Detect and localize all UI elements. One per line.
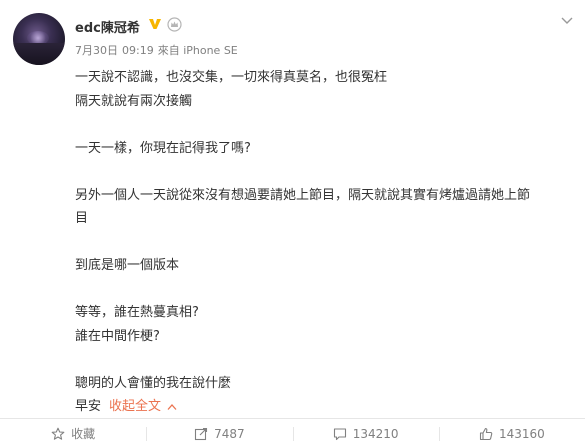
content-line: 隔天就說有兩次接觸 — [75, 93, 193, 109]
avatar[interactable] — [13, 13, 65, 65]
post-date[interactable]: 7月30日 — [75, 44, 118, 57]
weibo-post-card: edc陳冠希 7月30日 09:19 來自 iPhone SE 一天說不認識，也沒交… — [0, 0, 585, 448]
author-name[interactable]: edc陳冠希 — [75, 17, 140, 36]
content-line: 誰在中間作梗? — [75, 328, 160, 344]
action-bar: 收藏 7487 134210 143160 — [0, 419, 585, 448]
content-line: 到底是哪一個版本 — [75, 258, 180, 273]
repost-count: 7487 — [214, 426, 245, 441]
content-line: 一天說不認識，也沒交集，一切來得真莫名，也很冤枉 — [75, 70, 388, 85]
content-last-line: 早安 收起全文 — [75, 395, 575, 419]
repost-icon — [195, 427, 208, 440]
avatar-shadow — [13, 43, 65, 65]
comment-icon — [333, 427, 346, 440]
chevron-down-icon[interactable] — [561, 16, 573, 26]
post-time[interactable]: 09:19 — [122, 44, 154, 57]
content-line: 一天一樣，你現在記得我了嗎? — [75, 140, 251, 156]
content-line: 早安 — [75, 399, 102, 414]
star-icon — [51, 427, 65, 440]
collapse-link[interactable]: 收起全文 — [109, 399, 161, 414]
member-crown-icon[interactable] — [167, 17, 182, 32]
post-content: 一天說不認識，也沒交集，一切來得真莫名，也很冤枉 隔天就說有兩次接觸 一天一樣，… — [75, 66, 575, 419]
thumbs-up-icon — [479, 427, 493, 440]
verified-v-icon — [149, 19, 161, 29]
chevron-up-icon[interactable] — [167, 403, 177, 411]
repost-button[interactable]: 7487 — [146, 419, 292, 448]
content-line: 另外一個人一天說從來沒有想過要請她上節目，隔天就說其實有烤爐過請她上節 — [75, 187, 531, 203]
content-line: 目 — [75, 211, 89, 226]
comment-count: 134210 — [352, 426, 399, 441]
favorite-label: 收藏 — [71, 427, 96, 441]
post-source: 來自 iPhone SE — [157, 44, 238, 57]
favorite-button[interactable]: 收藏 — [0, 419, 146, 448]
like-button[interactable]: 143160 — [438, 419, 585, 448]
like-count: 143160 — [498, 426, 545, 441]
content-line: 等等，誰在熱蔓真相? — [75, 305, 199, 320]
content-line: 聰明的人會懂的我在說什麼 — [75, 375, 232, 391]
post-meta: 7月30日 09:19 來自 iPhone SE — [75, 42, 242, 58]
comment-button[interactable]: 134210 — [292, 419, 439, 448]
